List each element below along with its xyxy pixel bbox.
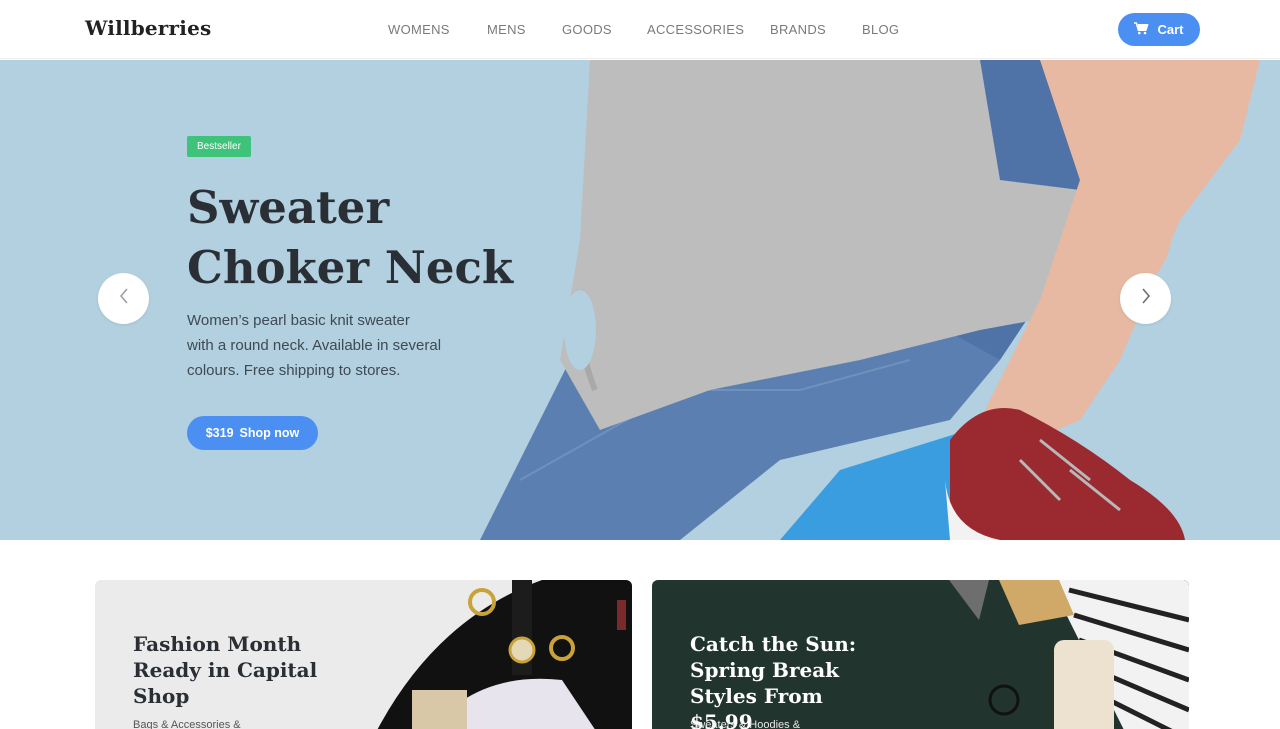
promo-title-line: Fashion Month xyxy=(133,632,302,656)
hero-title-line: Sweater xyxy=(187,181,390,234)
chevron-right-icon xyxy=(1140,287,1152,310)
hero-description: Women’s pearl basic knit sweater with a … xyxy=(187,308,457,383)
chevron-left-icon xyxy=(118,287,130,310)
nav-item-womens[interactable]: WOMENS xyxy=(388,22,450,37)
promo-subtitle: Bags & Accessories & xyxy=(133,719,241,729)
cart-icon xyxy=(1134,21,1149,38)
site-header: Willberries WOMENS MENS GOODS ACCESSORIE… xyxy=(0,0,1280,59)
promo-title-line: Spring Break xyxy=(690,658,840,682)
price-label: $319 xyxy=(205,426,234,440)
promo-card-fashion-month[interactable]: Fashion Month Ready in Capital Shop Bags… xyxy=(95,580,632,729)
hero-description-line: Women’s pearl basic knit sweater xyxy=(187,312,410,329)
nav-item-blog[interactable]: BLOG xyxy=(862,22,899,37)
hero-title: Sweater Choker Neck xyxy=(187,178,517,298)
hero-description-line: colours. Free shipping to stores. xyxy=(187,362,401,379)
cart-button[interactable]: Cart xyxy=(1118,13,1200,46)
promo-title-line: Ready in Capital xyxy=(133,658,318,682)
hero-description-line: with a round neck. Available in several xyxy=(187,337,442,354)
bestseller-badge: Bestseller xyxy=(187,136,251,157)
promo-title-line: Catch the Sun: xyxy=(690,632,857,656)
accessories-image xyxy=(377,580,632,729)
promo-subtitle: Sweaters & Hoodies & xyxy=(690,719,801,729)
slider-prev-button[interactable] xyxy=(98,273,149,324)
nav-item-goods[interactable]: GOODS xyxy=(562,22,612,37)
nav-item-accessories[interactable]: ACCESSORIES xyxy=(647,22,744,37)
promo-title: Catch the Sun: Spring Break Styles From … xyxy=(690,631,890,729)
hero-slider: Bestseller Sweater Choker Neck Women’s p… xyxy=(0,60,1280,540)
nav-item-mens[interactable]: MENS xyxy=(487,22,526,37)
promo-title-line: Shop xyxy=(133,684,190,708)
nav-item-brands[interactable]: BRANDS xyxy=(770,22,826,37)
slider-next-button[interactable] xyxy=(1120,273,1171,324)
shop-now-button[interactable]: $319 Shop now xyxy=(187,416,318,450)
shop-now-label: Shop now xyxy=(239,426,300,440)
promo-card-spring-break[interactable]: Catch the Sun: Spring Break Styles From … xyxy=(652,580,1189,729)
logo[interactable]: Willberries xyxy=(85,16,211,40)
cart-label: Cart xyxy=(1157,22,1184,37)
hero-title-line: Choker Neck xyxy=(187,241,514,294)
clothes-image xyxy=(869,580,1189,729)
promo-title: Fashion Month Ready in Capital Shop xyxy=(133,631,333,709)
